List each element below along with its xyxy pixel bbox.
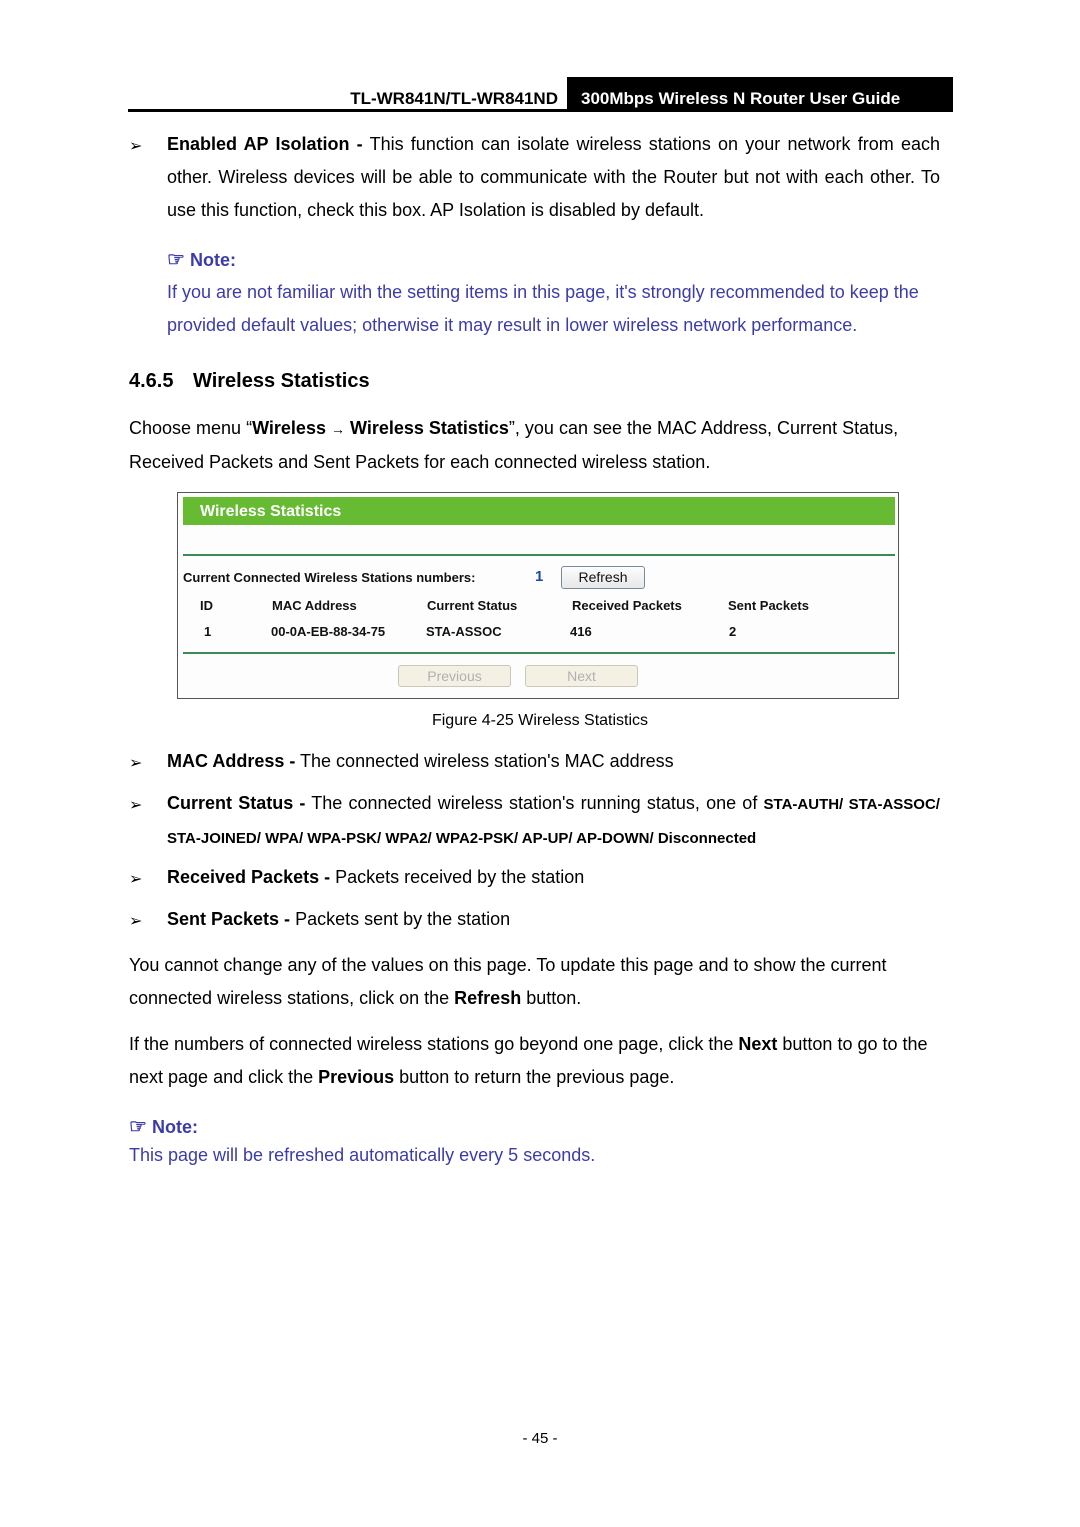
paging-paragraph: If the numbers of connected wireless sta…	[129, 1028, 944, 1094]
note-label: Note:	[151, 1117, 198, 1137]
menu-wireless: Wireless	[252, 418, 326, 438]
definition-text: The connected wireless station's running…	[305, 793, 764, 813]
refresh-paragraph: You cannot change any of the values on t…	[129, 949, 944, 1015]
panel-title-bar: Wireless Statistics	[183, 497, 895, 525]
cell-sent: 2	[729, 624, 737, 639]
intro-text: Choose menu “	[129, 418, 253, 438]
bullet-icon: ➢	[129, 755, 143, 772]
note-heading: ☞ Note:	[129, 1114, 198, 1139]
refresh-button[interactable]: Refresh	[561, 566, 645, 589]
cell-id: 1	[204, 624, 212, 639]
next-button[interactable]: Next	[525, 665, 638, 687]
term: Enabled AP Isolation -	[167, 134, 363, 154]
cell-status: STA-ASSOC	[426, 624, 502, 639]
column-header-received: Received Packets	[572, 598, 682, 613]
bullet-icon: ➢	[129, 797, 143, 814]
term: Current Status -	[167, 793, 306, 813]
section-heading: 4.6.5 Wireless Statistics	[129, 370, 370, 393]
note-label: Note:	[189, 250, 236, 270]
text: button to return the previous page.	[394, 1067, 675, 1087]
arrow-right-icon: →	[330, 421, 345, 437]
column-header-id: ID	[200, 598, 213, 613]
note-text: If you are not familiar with the setting…	[167, 282, 919, 335]
definition-text: Packets sent by the station	[290, 909, 511, 929]
text: If the numbers of connected wireless sta…	[129, 1034, 739, 1054]
header-model: TL-WR841N/TL-WR841ND	[350, 89, 558, 108]
refresh-term: Refresh	[454, 988, 522, 1008]
wireless-statistics-screenshot: Wireless Statistics Current Connected Wi…	[177, 492, 899, 699]
note-heading: ☞ Note:	[167, 247, 236, 272]
cell-received: 416	[570, 624, 592, 639]
term: Sent Packets -	[167, 909, 291, 929]
pointing-hand-icon: ☞	[129, 1116, 147, 1138]
definition-text: Packets received by the station	[330, 867, 585, 887]
note-text: This page will be refreshed automaticall…	[129, 1145, 596, 1165]
figure-caption: Figure 4-25 Wireless Statistics	[431, 712, 649, 729]
column-header-mac: MAC Address	[272, 598, 357, 613]
station-count-value: 1	[535, 568, 544, 585]
definition-mac-address: MAC Address - The connected wireless sta…	[167, 745, 940, 778]
term: Received Packets -	[167, 867, 331, 887]
definition-text: The connected wireless station's MAC add…	[295, 751, 674, 771]
intro-paragraph: Choose menu “Wireless → Wireless Statist…	[129, 412, 955, 479]
header-guide-title: 300Mbps Wireless N Router User Guide	[567, 77, 953, 112]
definition-received-packets: Received Packets - Packets received by t…	[167, 861, 940, 894]
header-rule	[128, 109, 953, 112]
bullet-icon: ➢	[129, 871, 143, 888]
term: MAC Address -	[167, 751, 296, 771]
section-number: 4.6.5	[129, 370, 174, 392]
divider	[183, 652, 895, 654]
text: button.	[521, 988, 582, 1008]
section-title: Wireless Statistics	[193, 370, 370, 392]
column-header-sent: Sent Packets	[728, 598, 809, 613]
bullet-icon: ➢	[129, 913, 143, 930]
page-number: - 45 -	[522, 1430, 558, 1447]
definition-sent-packets: Sent Packets - Packets sent by the stati…	[167, 903, 940, 936]
bullet-icon: ➢	[129, 138, 143, 155]
previous-button[interactable]: Previous	[398, 665, 511, 687]
next-term: Next	[738, 1034, 778, 1054]
cell-mac: 00-0A-EB-88-34-75	[271, 624, 386, 639]
station-count-label: Current Connected Wireless Stations numb…	[183, 570, 476, 585]
column-header-status: Current Status	[427, 598, 518, 613]
menu-wireless-statistics: Wireless Statistics	[350, 418, 509, 438]
pointing-hand-icon: ☞	[167, 249, 185, 271]
definition-current-status: Current Status - The connected wireless …	[167, 787, 940, 855]
ap-isolation-definition: Enabled AP Isolation - This function can…	[167, 128, 940, 227]
divider	[183, 554, 895, 556]
previous-term: Previous	[318, 1067, 395, 1087]
